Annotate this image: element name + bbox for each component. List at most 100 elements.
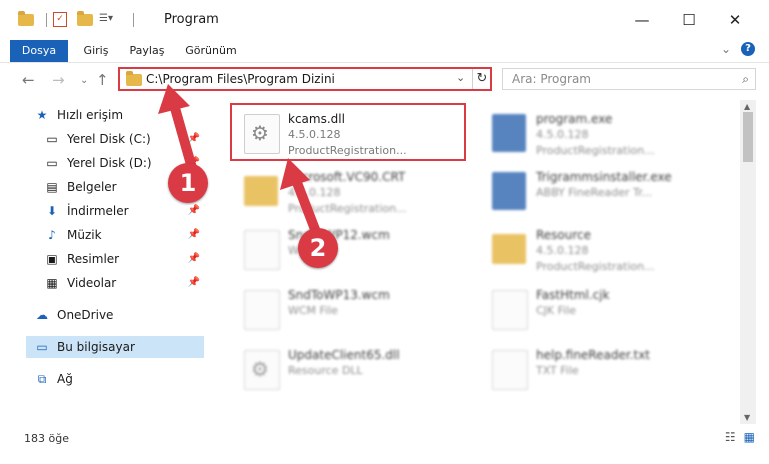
pin-icon[interactable]: 📌 xyxy=(188,229,200,240)
help-icon[interactable]: ? xyxy=(741,42,755,56)
sidebar-item-label: Yerel Disk (C:) xyxy=(67,132,151,146)
file-description: ProductRegistration... xyxy=(288,202,407,215)
ribbon-controls: ⌄ ? xyxy=(721,42,755,56)
exe-icon xyxy=(492,114,526,152)
sidebar-item-label: Bu bilgisayar xyxy=(57,340,135,354)
documents-icon: ▤ xyxy=(46,180,58,194)
pictures-icon: ▣ xyxy=(46,252,58,266)
file-tile-updateclient-dll[interactable]: UpdateClient65.dll Resource DLL xyxy=(230,340,480,398)
sidebar-item-label: Yerel Disk (D:) xyxy=(67,156,152,170)
address-path[interactable]: C:\Program Files\Program Dizini xyxy=(146,72,335,86)
file-tile-sndtowp12[interactable]: SndToWP12.wcm WCM File xyxy=(230,220,480,278)
details-view-icon[interactable]: ☷ xyxy=(725,430,736,444)
file-icon xyxy=(244,230,280,270)
file-tile-installer-exe[interactable]: Trigrammsinstaller.exe ABBY FineReader T… xyxy=(478,162,728,220)
up-button[interactable]: ↑ xyxy=(96,71,109,89)
videos-icon: ▦ xyxy=(46,276,58,290)
title-bar: ✓ ☰▾ Program — ☐ ✕ xyxy=(0,0,769,40)
folder-icon xyxy=(492,234,526,264)
maximize-button[interactable]: ☐ xyxy=(675,8,703,32)
sidebar-item-onedrive[interactable]: ☁ OneDrive xyxy=(34,304,206,326)
file-icon xyxy=(244,290,280,330)
navigation-pane: ★ Hızlı erişim ▭ Yerel Disk (C:) 📌 ▭ Yer… xyxy=(0,100,210,424)
recent-locations-button[interactable]: ⌄ xyxy=(80,75,88,86)
view-switcher: ☷ ▦ xyxy=(725,430,755,444)
address-dropdown-button[interactable]: ⌄ xyxy=(456,71,465,84)
address-row: ← → ⌄ ↑ C:\Program Files\Program Dizini … xyxy=(0,62,769,97)
folder-icon xyxy=(18,10,34,26)
sidebar-item-downloads[interactable]: ⬇ İndirmeler 📌 xyxy=(44,200,206,222)
sidebar-item-network[interactable]: ⧉ Ağ xyxy=(34,368,206,390)
tab-view[interactable]: Görünüm xyxy=(180,40,242,62)
file-name: Resource xyxy=(536,228,592,242)
dll-gear-icon xyxy=(244,350,280,390)
forward-button[interactable]: → xyxy=(52,71,65,89)
pin-icon[interactable]: 📌 xyxy=(188,205,200,216)
file-name: help.fineReader.txt xyxy=(536,348,650,362)
tiles-view-icon[interactable]: ▦ xyxy=(744,430,755,444)
sidebar-item-label: Videolar xyxy=(67,276,117,290)
file-tile-resource[interactable]: Resource 4.5.0.128 ProductRegistration..… xyxy=(478,220,728,278)
sidebar-item-this-pc[interactable]: ▭ Bu bilgisayar xyxy=(26,336,204,358)
file-tile-help-txt[interactable]: help.fineReader.txt TXT File xyxy=(478,340,728,398)
tab-share[interactable]: Paylaş xyxy=(124,40,170,62)
pin-icon[interactable]: 📌 xyxy=(188,277,200,288)
tab-file[interactable]: Dosya xyxy=(10,40,68,62)
file-version: 4.5.0.128 xyxy=(288,186,341,199)
refresh-button[interactable]: ↻ xyxy=(472,69,491,89)
search-icon[interactable]: ⌕ xyxy=(742,72,749,87)
sidebar-item-music[interactable]: ♪ Müzik 📌 xyxy=(44,224,206,246)
file-tile-microsoft-vc90-crt[interactable]: Microsoft.VC90.CRT 4.5.0.128 ProductRegi… xyxy=(230,162,480,220)
file-type: Resource DLL xyxy=(288,364,363,377)
file-description: ProductRegistration... xyxy=(536,260,655,273)
folder-icon xyxy=(126,71,142,86)
sidebar-item-videos[interactable]: ▦ Videolar 📌 xyxy=(44,272,206,294)
exe-icon xyxy=(492,172,526,210)
toolbar-separator xyxy=(133,12,134,27)
file-type: CJK File xyxy=(536,304,577,317)
sidebar-item-label: Ağ xyxy=(57,372,73,386)
file-tile-program-exe[interactable]: program.exe 4.5.0.128 ProductRegistratio… xyxy=(478,104,728,162)
item-count: 183 öğe xyxy=(24,432,69,445)
file-name: Trigrammsinstaller.exe xyxy=(536,170,672,184)
cloud-icon: ☁ xyxy=(36,308,48,322)
window-title: Program xyxy=(164,12,219,27)
file-version: 4.5.0.128 xyxy=(536,244,589,257)
file-tile-fasthtml-cjk[interactable]: FastHtml.cjk CJK File xyxy=(478,280,728,338)
annotation-step-1: 1 xyxy=(168,163,208,203)
back-button[interactable]: ← xyxy=(22,71,35,89)
address-bar[interactable]: C:\Program Files\Program Dizini ⌄ ↻ xyxy=(118,67,492,91)
minimize-button[interactable]: — xyxy=(628,8,656,32)
scroll-thumb[interactable] xyxy=(743,112,753,162)
vertical-scrollbar[interactable]: ▲ ▼ xyxy=(740,100,756,424)
sidebar-item-label: Hızlı erişim xyxy=(57,108,124,122)
file-type: WCM File xyxy=(288,304,338,317)
music-icon: ♪ xyxy=(48,228,56,242)
pin-icon[interactable]: 📌 xyxy=(188,133,200,144)
drive-icon: ▭ xyxy=(46,132,58,146)
tab-home[interactable]: Giriş xyxy=(76,40,116,62)
customize-toolbar-icon[interactable]: ☰▾ xyxy=(99,13,121,27)
sidebar-item-label: OneDrive xyxy=(57,308,114,322)
pin-icon[interactable]: 📌 xyxy=(188,253,200,264)
file-name: UpdateClient65.dll xyxy=(288,348,400,362)
highlight-box-dll xyxy=(230,103,466,161)
search-input[interactable]: Ara: Program xyxy=(512,72,591,86)
file-tile-sndtowp13[interactable]: SndToWP13.wcm WCM File xyxy=(230,280,480,338)
file-name: program.exe xyxy=(536,112,613,126)
drive-icon: ▭ xyxy=(46,156,58,170)
search-box[interactable]: Ara: Program ⌕ xyxy=(502,68,756,90)
properties-icon[interactable]: ✓ xyxy=(53,12,67,27)
star-icon: ★ xyxy=(36,108,48,122)
chevron-down-icon[interactable]: ⌄ xyxy=(721,42,731,56)
network-icon: ⧉ xyxy=(37,371,47,386)
close-button[interactable]: ✕ xyxy=(721,8,749,32)
sidebar-item-pictures[interactable]: ▣ Resimler 📌 xyxy=(44,248,206,270)
sidebar-item-local-disk-c[interactable]: ▭ Yerel Disk (C:) 📌 xyxy=(44,128,206,150)
file-name: FastHtml.cjk xyxy=(536,288,610,302)
file-description: ABBY FineReader Tr... xyxy=(536,186,653,199)
sidebar-item-label: Belgeler xyxy=(67,180,117,194)
new-folder-icon[interactable] xyxy=(77,10,93,26)
scroll-up-icon[interactable]: ▲ xyxy=(744,102,750,111)
scroll-down-icon[interactable]: ▼ xyxy=(744,413,750,422)
